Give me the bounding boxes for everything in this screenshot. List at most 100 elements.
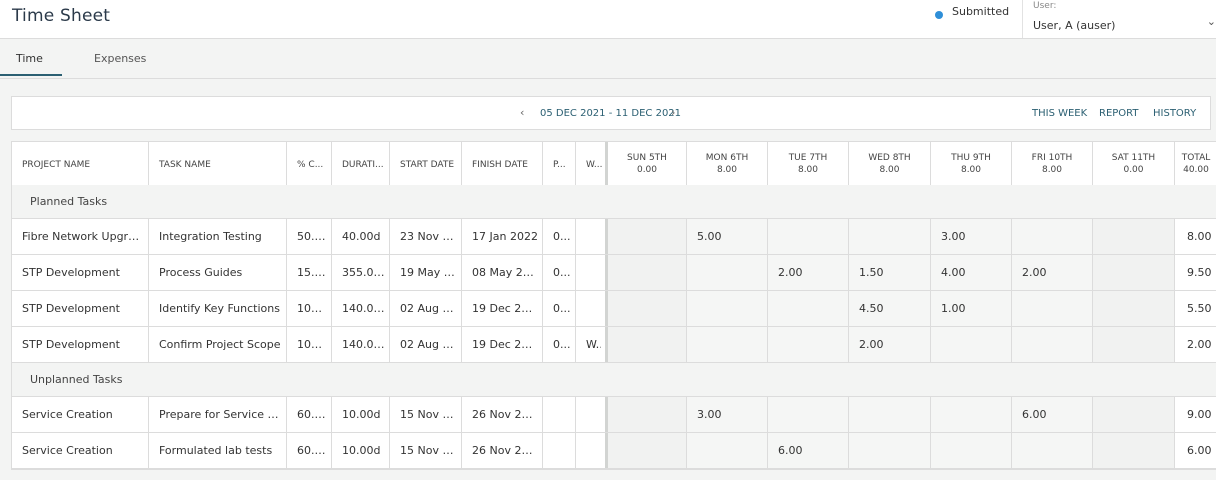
table-row[interactable]: Fibre Network Upgra... Integration Testi… [12,219,1216,255]
hours-sun[interactable] [608,291,687,326]
hours-sat[interactable] [1093,433,1175,468]
hours-mon[interactable]: 3.00 [687,397,768,432]
hours-wed[interactable] [849,219,931,254]
hours-tue[interactable] [768,291,849,326]
w-cell: W... [576,327,608,362]
user-value: User, A (auser) [1033,19,1116,32]
column-header-duration[interactable]: DURATI... [332,142,390,185]
hours-wed[interactable]: 2.00 [849,327,931,362]
history-link[interactable]: HISTORY [1153,108,1196,119]
duration-cell: 140.00d [332,291,390,326]
hours-sun[interactable] [608,327,687,362]
column-header-thu: THU 9TH 8.00 [931,142,1012,185]
hours-tue[interactable]: 2.00 [768,255,849,290]
week-range: 05 DEC 2021 - 11 DEC 2021 [540,108,682,119]
report-link[interactable]: REPORT [1099,108,1139,119]
tab-expenses[interactable]: Expenses [94,52,146,65]
w-cell [576,397,608,432]
task-cell[interactable]: Prepare for Service C... [149,397,287,432]
column-header-finish-date[interactable]: FINISH DATE [462,142,543,185]
project-cell[interactable]: Service Creation [12,397,149,432]
hours-fri[interactable]: 2.00 [1012,255,1093,290]
hours-sat[interactable] [1093,219,1175,254]
section-planned: Planned Tasks [12,185,1216,219]
task-cell[interactable]: Process Guides [149,255,287,290]
start-date-cell: 02 Aug 2... [390,291,462,326]
hours-mon[interactable] [687,327,768,362]
hours-wed[interactable]: 1.50 [849,255,931,290]
project-cell[interactable]: Service Creation [12,433,149,468]
table-row[interactable]: STP Development Process Guides 15.00 355… [12,255,1216,291]
user-select[interactable]: User: User, A (auser) ⌄ [1022,0,1216,38]
hours-fri[interactable] [1012,219,1093,254]
task-cell[interactable]: Confirm Project Scope [149,327,287,362]
hours-thu[interactable]: 1.00 [931,291,1012,326]
timesheet-grid: PROJECT NAME TASK NAME % C... DURATI... … [11,141,1216,470]
column-header-task[interactable]: TASK NAME [149,142,287,185]
hours-sun[interactable] [608,397,687,432]
hours-mon[interactable] [687,291,768,326]
task-cell[interactable]: Integration Testing [149,219,287,254]
project-cell[interactable]: STP Development [12,327,149,362]
next-week-icon[interactable]: › [671,106,675,119]
percent-cell: 60.00 [287,433,332,468]
column-header-fri: FRI 10TH 8.00 [1012,142,1093,185]
column-header-project[interactable]: PROJECT NAME [12,142,149,185]
hours-fri[interactable] [1012,433,1093,468]
hours-thu[interactable]: 3.00 [931,219,1012,254]
hours-sat[interactable] [1093,397,1175,432]
row-total: 2.00 [1187,338,1212,351]
start-date-cell: 02 Aug 2... [390,327,462,362]
hours-wed[interactable] [849,433,931,468]
column-header-percent[interactable]: % C... [287,142,332,185]
task-cell[interactable]: Identify Key Functions [149,291,287,326]
page-title: Time Sheet [12,6,111,26]
this-week-link[interactable]: THIS WEEK [1032,108,1087,119]
project-cell[interactable]: STP Development [12,291,149,326]
hours-fri[interactable] [1012,291,1093,326]
chevron-down-icon[interactable]: ⌄ [1207,15,1216,28]
hours-sat[interactable] [1093,255,1175,290]
table-row[interactable]: Service Creation Formulated lab tests 60… [12,433,1216,469]
hours-sun[interactable] [608,255,687,290]
prev-week-icon[interactable]: ‹ [520,106,524,119]
hours-thu[interactable] [931,433,1012,468]
column-header-start-date[interactable]: START DATE [390,142,462,185]
p-cell: 0... [543,219,576,254]
section-title: Unplanned Tasks [30,373,123,386]
table-row[interactable]: STP Development Confirm Project Scope 10… [12,327,1216,363]
duration-cell: 10.00d [332,397,390,432]
hours-tue[interactable]: 6.00 [768,433,849,468]
column-header-tue: TUE 7TH 8.00 [768,142,849,185]
hours-sat[interactable] [1093,291,1175,326]
row-total: 5.50 [1187,302,1212,315]
start-date-cell: 19 May 2... [390,255,462,290]
hours-sun[interactable] [608,433,687,468]
hours-tue[interactable] [768,219,849,254]
hours-thu[interactable] [931,397,1012,432]
table-row[interactable]: Service Creation Prepare for Service C..… [12,397,1216,433]
hours-mon[interactable] [687,433,768,468]
hours-sun[interactable] [608,219,687,254]
column-header-w[interactable]: W... [576,142,608,185]
column-header-wed: WED 8TH 8.00 [849,142,931,185]
hours-thu[interactable] [931,327,1012,362]
hours-sat[interactable] [1093,327,1175,362]
hours-fri[interactable]: 6.00 [1012,397,1093,432]
tab-time[interactable]: Time [16,52,43,65]
project-cell[interactable]: STP Development [12,255,149,290]
hours-tue[interactable] [768,397,849,432]
p-cell [543,397,576,432]
hours-wed[interactable] [849,397,931,432]
table-row[interactable]: STP Development Identify Key Functions 1… [12,291,1216,327]
column-header-p[interactable]: P... [543,142,576,185]
project-cell[interactable]: Fibre Network Upgra... [12,219,149,254]
hours-mon[interactable]: 5.00 [687,219,768,254]
hours-wed[interactable]: 4.50 [849,291,931,326]
hours-fri[interactable] [1012,327,1093,362]
hours-mon[interactable] [687,255,768,290]
hours-thu[interactable]: 4.00 [931,255,1012,290]
task-cell[interactable]: Formulated lab tests [149,433,287,468]
column-header-sat: SAT 11TH 0.00 [1093,142,1175,185]
hours-tue[interactable] [768,327,849,362]
